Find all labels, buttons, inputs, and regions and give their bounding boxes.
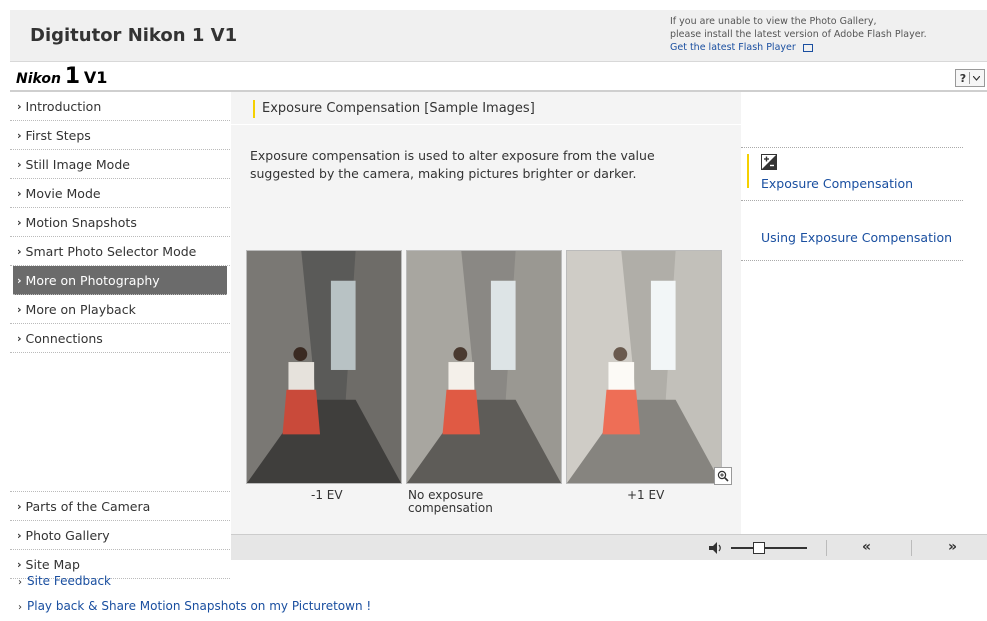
sidebar-item-photo-gallery[interactable]: › Photo Gallery [10,521,230,550]
header: Digitutor Nikon 1 V1 If you are unable t… [10,10,987,62]
sidebar-item-more-on-photography[interactable]: › More on Photography [13,266,227,295]
sidebar-item-more-on-playback[interactable]: › More on Playback [10,295,230,324]
logo-nikon-text: Nikon [16,71,61,87]
section-title: Exposure Compensation [Sample Images] [253,100,535,118]
sample-photo-minus-1ev[interactable] [246,250,402,484]
flash-player-link[interactable]: Get the latest Flash Player [670,42,796,53]
sidebar-item-connections[interactable]: › Connections [10,324,230,353]
chevron-right-icon: › [17,331,22,345]
picturetown-link[interactable]: › Play back & Share Motion Snapshots on m… [18,599,371,613]
site-feedback-link[interactable]: › Site Feedback [18,574,111,588]
right-panel: Exposure Compensation Using Exposure Com… [741,92,987,534]
chevron-right-icon: › [17,128,22,142]
notice-line-1: If you are unable to view the Photo Gall… [670,16,877,27]
help-label: ? [959,71,967,85]
sidebar-item-motion-snapshots[interactable]: › Motion Snapshots [10,208,230,237]
brand-bar: Nikon 1 V1 ? [10,62,987,92]
active-indicator [747,154,749,188]
staircase-photo-image [247,251,401,483]
logo-model-text: V1 [83,68,108,87]
sidebar-item-still-image-mode[interactable]: › Still Image Mode [10,150,230,179]
help-button[interactable]: ? [955,69,985,87]
sidebar-item-introduction[interactable]: › Introduction [10,92,230,121]
chevron-right-icon: › [17,186,22,200]
chevron-right-icon: › [17,215,22,229]
main-content: Exposure Compensation [Sample Images] Ex… [231,92,987,534]
previous-page-button[interactable]: « [862,539,871,555]
exposure-compensation-icon [761,154,777,170]
site-title: Digitutor Nikon 1 V1 [30,25,238,46]
sidebar-item-first-steps[interactable]: › First Steps [10,121,230,150]
external-window-icon [802,43,813,52]
sidebar-spacer [10,353,230,492]
next-page-button[interactable]: » [948,539,957,555]
volume-slider-thumb[interactable] [753,542,765,554]
chevron-right-icon: › [17,557,22,571]
chevron-right-icon: › [17,157,22,171]
chevron-right-icon: › [17,99,22,113]
volume-slider[interactable] [731,542,807,554]
caption-minus-1ev: -1 EV [311,488,343,502]
speaker-icon[interactable] [709,542,723,554]
zoom-in-icon[interactable] [714,467,732,485]
chevron-right-icon: › [18,577,22,588]
nikon-1-logo: Nikon 1 V1 [16,64,107,89]
sidebar-item-movie-mode[interactable]: › Movie Mode [10,179,230,208]
staircase-photo-image [407,251,561,483]
caption-plus-1ev: +1 EV [627,488,665,502]
staircase-photo-image [567,251,721,483]
flash-notice: If you are unable to view the Photo Gall… [670,15,927,54]
playback-controls: « » [231,534,987,560]
caption-no-compensation: No exposure compensation [408,488,493,515]
using-exposure-compensation-link[interactable]: Using Exposure Compensation [761,230,952,245]
sidebar: › Introduction › First Steps › Still Image … [10,92,230,579]
chevron-down-icon [973,75,981,81]
chevron-right-icon: › [17,499,22,513]
chevron-right-icon: › [17,528,22,542]
chevron-right-icon: › [18,602,22,613]
exposure-compensation-link[interactable]: Exposure Compensation [761,176,913,191]
sample-photo-no-compensation[interactable] [406,250,562,484]
sidebar-item-smart-photo-selector[interactable]: › Smart Photo Selector Mode [10,237,230,266]
description-text: Exposure compensation is used to alter e… [250,148,655,181]
notice-line-2: please install the latest version of Ado… [670,29,927,40]
chevron-right-icon: › [17,244,22,258]
logo-one-text: 1 [64,64,81,89]
sidebar-item-parts-of-camera[interactable]: › Parts of the Camera [10,492,230,521]
sample-photo-plus-1ev[interactable] [566,250,722,484]
chevron-right-icon: › [17,302,22,316]
chevron-right-icon: › [17,273,22,287]
